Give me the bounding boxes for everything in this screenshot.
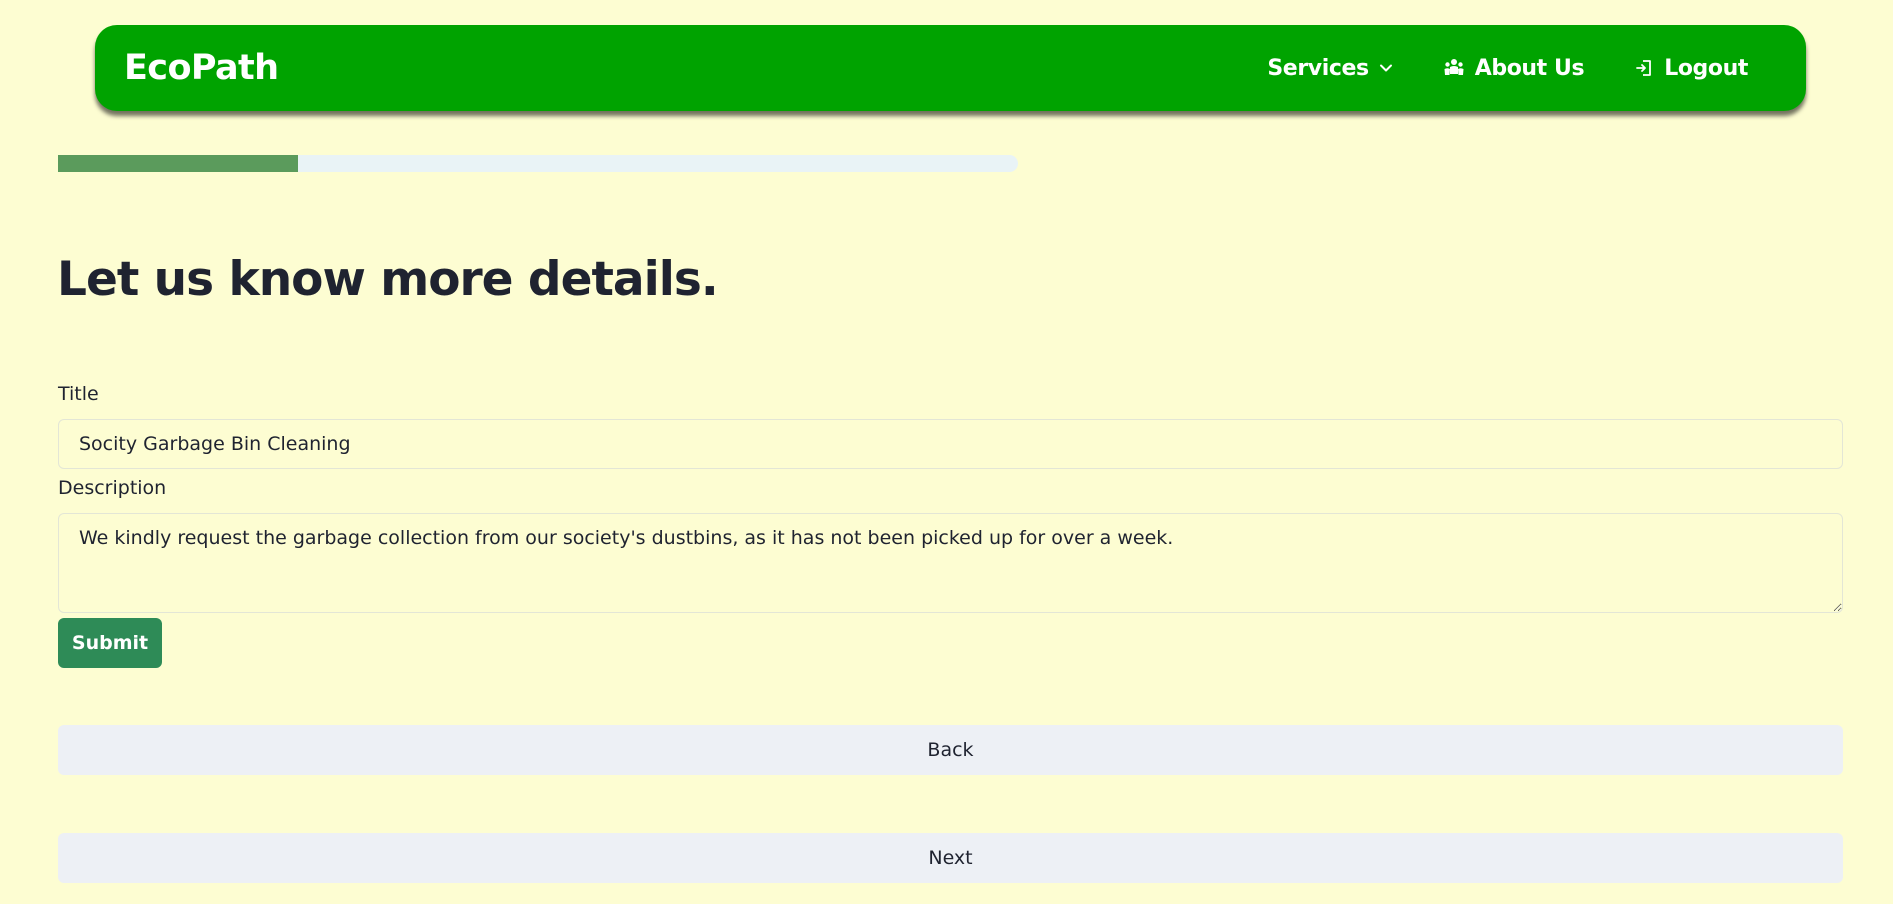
brand-logo[interactable]: EcoPath	[124, 48, 279, 88]
title-label: Title	[58, 383, 99, 405]
progress-bar	[58, 155, 1018, 172]
description-label: Description	[58, 477, 167, 499]
logout-label: Logout	[1664, 55, 1748, 81]
back-button[interactable]: Back	[58, 725, 1843, 775]
submit-button[interactable]: Submit	[58, 618, 162, 668]
progress-bar-fill	[58, 155, 298, 172]
about-us-link[interactable]: About Us	[1443, 56, 1585, 81]
title-input[interactable]	[58, 419, 1843, 469]
page-title: Let us know more details.	[57, 252, 719, 307]
next-button[interactable]: Next	[58, 833, 1843, 883]
description-textarea[interactable]: We kindly request the garbage collection…	[58, 513, 1843, 613]
chevron-down-icon	[1379, 64, 1392, 72]
nav-links: Services About Us Logout	[1267, 56, 1748, 81]
top-navbar: EcoPath Services About Us Logout	[95, 25, 1806, 111]
about-us-label: About Us	[1474, 55, 1585, 81]
people-icon	[1444, 59, 1464, 75]
logout-link[interactable]: Logout	[1634, 56, 1748, 81]
services-label: Services	[1267, 55, 1369, 81]
logout-icon	[1636, 60, 1652, 76]
services-menu[interactable]: Services	[1267, 56, 1392, 81]
